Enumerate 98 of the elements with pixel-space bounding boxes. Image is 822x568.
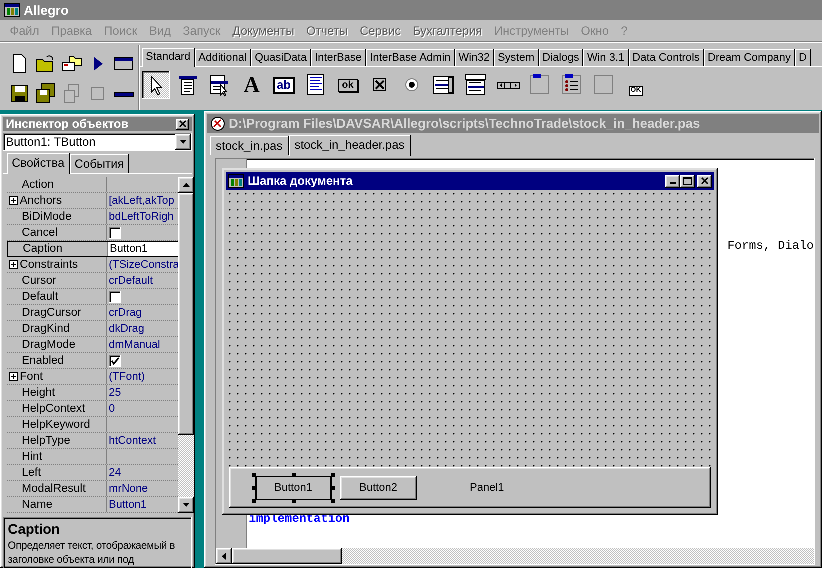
window-title: Allegro [24,2,69,18]
property-name[interactable]: Cancel [22,226,58,238]
property-name[interactable]: Cursor [22,274,57,286]
dropdown-arrow-icon [180,140,186,144]
maximize-button[interactable] [680,174,695,188]
property-name[interactable]: Name [22,498,53,510]
file-tab[interactable]: stock_in_header.pas [288,135,411,156]
palette-tab[interactable]: Dream Company [704,49,796,66]
form-button[interactable]: Button1 [255,476,332,500]
object-selector[interactable]: Button1: TButton [3,133,192,151]
property-name[interactable]: Font [20,370,44,382]
checkbox[interactable] [109,290,121,302]
palette-tab[interactable]: InterBase Admin [366,49,455,66]
property-name[interactable]: Enabled [22,354,64,366]
property-value[interactable]: crDefault [109,274,154,286]
checkbox[interactable] [109,354,121,366]
edit-component-button[interactable]: ab [270,71,298,99]
app-icon [4,3,20,17]
vertical-scrollbar[interactable] [178,177,194,513]
property-name[interactable]: Constraints [20,258,78,270]
property-value[interactable]: 0 [109,402,116,414]
palette-tab[interactable]: D [795,49,811,66]
close-button[interactable] [697,174,712,188]
property-value[interactable]: crDrag [109,306,142,318]
property-value[interactable]: dkDrag [109,322,144,334]
property-name[interactable]: Height [22,386,56,398]
property-value[interactable]: 24 [109,466,122,478]
close-button[interactable] [176,118,189,130]
code-line: Forms, Dialo [728,239,814,253]
property-name[interactable]: Default [22,290,58,302]
close-icon [700,177,708,185]
inspector-tab[interactable]: События [70,154,130,173]
property-name[interactable]: Anchors [20,194,62,206]
palette-tab[interactable]: Additional [194,49,251,66]
expand-icon [9,372,18,381]
checkbox[interactable] [109,226,121,238]
button-component-button[interactable]: ok [334,71,362,99]
floppy-disks-icon [34,82,58,106]
palette-tab[interactable]: Win 3.1 [583,49,629,66]
property-value[interactable]: 25 [109,386,122,398]
expand-icon [9,196,18,205]
property-value[interactable]: Button1 [109,498,147,510]
property-name[interactable]: Action [22,178,54,190]
property-value[interactable]: htContext [109,434,156,446]
description-title: Caption [8,521,62,537]
up-arrow-icon [182,183,190,187]
property-value[interactable]: mrNone [109,482,148,494]
combo-box-icon [464,73,488,97]
main-menu-icon [176,73,200,97]
form-button[interactable]: Button2 [340,476,417,500]
minimize-button[interactable] [665,174,680,188]
property-name[interactable]: DragKind [22,322,70,334]
property-name[interactable]: DragMode [22,338,76,350]
palette-tab[interactable]: Data Controls [628,49,704,66]
palette-tab[interactable]: Win32 [454,49,494,66]
label-component-button[interactable]: A [238,71,266,99]
close-icon [178,120,186,128]
property-name[interactable]: HelpType [22,434,71,446]
file-tab[interactable]: stock_in.pas [210,136,289,155]
bar-icon [114,92,134,96]
inspector-tab[interactable]: Свойства [7,153,70,174]
radio-group-icon [560,73,584,97]
code-editor[interactable]: Шапка документа Button1 Button2 Panel1 Forms, Dialo implementation [215,158,815,565]
property-value[interactable]: dmManual [109,338,160,350]
group-box-icon [528,73,552,97]
panel-caption: Panel1 [470,482,504,494]
property-name[interactable]: HelpContext [22,402,86,414]
code-line: implementation [249,512,351,526]
scroll-bar-icon [496,82,520,88]
property-name[interactable]: HelpKeyword [22,418,90,430]
window-title: Шапка документа [248,174,354,188]
panel-icon [592,73,616,97]
palette-tab[interactable]: System [494,49,539,66]
property-value[interactable]: bdLeftToRigh [109,210,174,222]
property-value[interactable]: (TSizeConstra [109,258,180,270]
property-name[interactable]: BiDiMode [22,210,72,222]
property-name[interactable]: Hint [22,450,42,462]
pointer-button[interactable] [142,71,170,99]
property-name[interactable]: ModalResult [22,482,86,494]
property-name[interactable]: Caption [23,243,63,255]
down-arrow-icon [182,503,190,507]
horizontal-scrollbar[interactable] [216,548,814,564]
left-arrow-icon [222,552,226,560]
palette-tab[interactable]: InterBase [310,49,366,66]
panel-title: Инспектор объектов [6,117,129,131]
app-icon [228,174,244,188]
expand-icon [9,260,18,269]
palette-tab[interactable]: Standard [142,48,195,67]
description-text: Определяет текст, отображаемый в заголовке объекта или под [8,539,176,567]
check-icon [110,356,120,364]
palette-tab[interactable]: QuasiData [250,49,311,66]
property-name[interactable]: Left [22,466,42,478]
maximize-icon [683,177,692,185]
palette-tab[interactable]: Dialogs [538,49,584,66]
property-value[interactable]: [akLeft,akTop [109,194,174,206]
property-name[interactable]: DragCursor [22,306,82,318]
window-title: D:\Program Files\DAVSAR\Allegro\scripts\TechnoTrade\stock_in_header.pas [229,116,700,131]
property-value[interactable]: (TFont) [109,370,146,382]
